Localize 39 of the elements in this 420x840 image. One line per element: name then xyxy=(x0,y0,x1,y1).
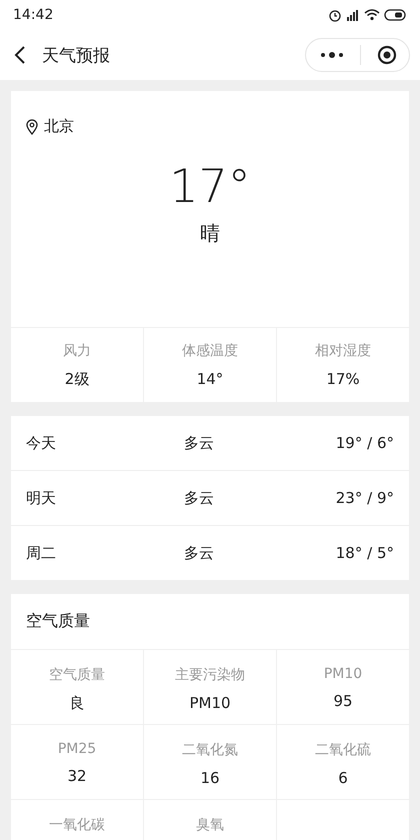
air-quality-label: 二氧化氮 xyxy=(182,741,238,759)
forecast-day: 今天 xyxy=(26,434,184,452)
forecast-condition: 多云 xyxy=(184,488,215,508)
forecast-day: 明天 xyxy=(26,488,184,508)
city-name: 北京 xyxy=(44,117,74,136)
air-quality-value: PM10 xyxy=(189,694,231,712)
section-title: 空气质量 xyxy=(26,611,90,632)
air-quality-value: 16 xyxy=(200,769,220,787)
air-quality-label: 空气质量 xyxy=(49,666,105,684)
air-quality-label: 一氧化碳 xyxy=(49,816,105,834)
stat-value: 14° xyxy=(196,370,224,388)
forecast-temperature-range: 23° / 9° xyxy=(336,489,394,507)
air-quality-label: PM10 xyxy=(324,666,362,682)
status-time: 14:42 xyxy=(13,7,54,23)
air-quality-label: 二氧化硫 xyxy=(315,741,371,759)
air-quality-label: PM25 xyxy=(58,741,96,757)
forecast-temperature-range: 18° / 5° xyxy=(336,544,394,562)
close-target-icon[interactable] xyxy=(377,45,397,65)
back-icon[interactable] xyxy=(14,45,26,65)
forecast-day: 周二 xyxy=(26,544,184,562)
location-pin-icon xyxy=(26,118,38,134)
page-title: 天气预报 xyxy=(42,44,111,66)
air-quality-value: 32 xyxy=(67,767,87,785)
stat-label: 风力 xyxy=(63,342,91,360)
forecast-condition: 多云 xyxy=(184,544,215,562)
more-icon[interactable] xyxy=(320,51,344,59)
air-quality-label: 主要污染物 xyxy=(175,666,245,684)
stat-value: 2级 xyxy=(64,370,90,388)
current-condition: 晴 xyxy=(200,220,220,247)
air-quality-value: 95 xyxy=(333,692,353,710)
air-quality-value: 良 xyxy=(70,694,84,713)
current-temperature: 17° xyxy=(169,158,251,215)
air-quality-label: 臭氧 xyxy=(196,816,224,834)
stat-label: 体感温度 xyxy=(182,342,238,360)
forecast-temperature-range: 19° / 6° xyxy=(336,434,394,452)
air-quality-value: 6 xyxy=(338,769,348,787)
stat-value: 17% xyxy=(326,370,360,388)
stat-label: 相对湿度 xyxy=(315,342,371,360)
forecast-condition: 多云 xyxy=(184,434,215,452)
